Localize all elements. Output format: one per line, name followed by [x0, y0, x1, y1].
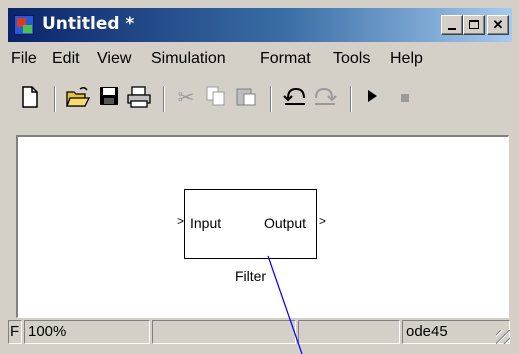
toolbar-separator [163, 86, 165, 112]
menu-format[interactable]: Format [260, 50, 311, 68]
output-port-label: Output [263, 215, 306, 231]
input-port-icon[interactable]: > [177, 214, 184, 228]
simulink-app-icon[interactable] [14, 15, 34, 35]
menu-edit[interactable]: Edit [52, 50, 80, 68]
zoom-level: 100% [24, 320, 150, 344]
model-canvas[interactable]: > Input Output > Filter [16, 135, 509, 318]
status-cell-2 [152, 320, 296, 344]
title-bar[interactable]: Untitled * ✕ [8, 8, 512, 42]
save-icon[interactable] [97, 86, 121, 110]
solver-name: ode45 [402, 320, 510, 344]
maximize-icon [469, 20, 479, 29]
menu-tools[interactable]: Tools [333, 50, 370, 68]
input-port-label: Input [190, 215, 222, 231]
filter-block[interactable]: > Input Output > Filter [177, 189, 326, 284]
close-icon: ✕ [492, 17, 504, 32]
menu-simulation[interactable]: Simulation [151, 50, 226, 68]
window-title: Untitled * [42, 14, 135, 34]
undo-icon[interactable] [283, 86, 307, 110]
print-icon[interactable] [127, 86, 151, 110]
maximize-button[interactable] [463, 15, 485, 35]
menu-file[interactable]: File [11, 50, 37, 68]
status-cell-3 [298, 320, 400, 344]
toolbar: ✂ [8, 80, 512, 120]
output-port-icon[interactable]: > [319, 214, 326, 228]
run-icon[interactable] [360, 86, 384, 110]
simulink-window: Untitled * ✕ File Edit View Simulation F… [0, 0, 519, 354]
new-icon[interactable] [18, 86, 42, 110]
redo-icon[interactable] [313, 86, 337, 110]
paste-icon[interactable] [234, 86, 258, 110]
copy-icon[interactable] [204, 86, 228, 110]
resize-grip[interactable] [496, 330, 510, 344]
status-bar: F 100% ode45 [8, 320, 512, 346]
toolbar-separator [350, 86, 352, 112]
minimize-button[interactable] [441, 15, 463, 35]
minimize-icon [448, 28, 456, 30]
menu-view[interactable]: View [97, 50, 131, 68]
toolbar-separator [54, 86, 56, 112]
menu-help[interactable]: Help [390, 50, 423, 68]
menu-bar: File Edit View Simulation Format Tools H… [8, 48, 512, 72]
cut-icon[interactable]: ✂ [174, 86, 198, 110]
block-name[interactable]: Filter [185, 268, 316, 284]
open-icon[interactable] [66, 86, 91, 110]
status-cell-left: F [8, 320, 22, 344]
toolbar-separator [270, 86, 272, 112]
stop-icon[interactable] [393, 86, 417, 110]
close-button[interactable]: ✕ [487, 15, 509, 35]
